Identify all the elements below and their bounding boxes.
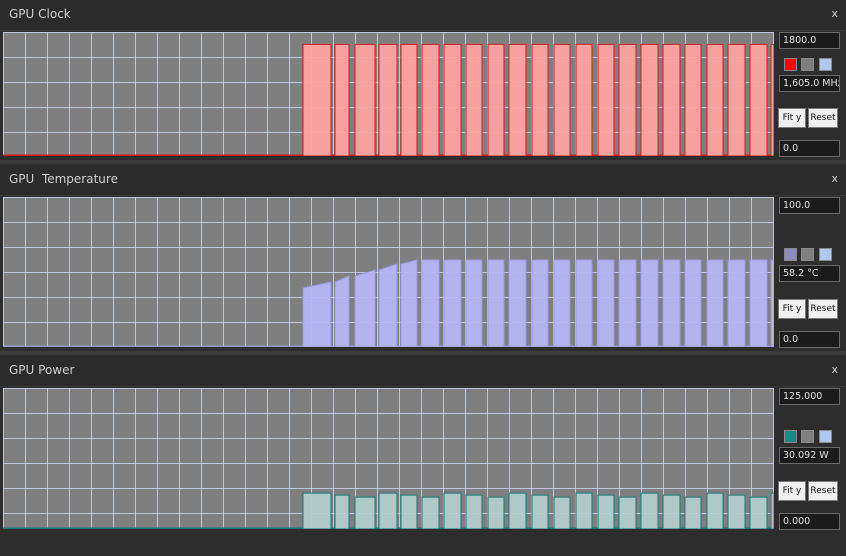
panel-title: GPU Clock — [9, 7, 71, 21]
close-icon[interactable]: x — [831, 363, 838, 376]
gpu-power-graph[interactable] — [3, 388, 774, 529]
min-value-field[interactable]: 0.0 — [779, 140, 840, 157]
fit-y-button[interactable]: Fit y — [778, 108, 806, 128]
gpu-temperature-panel: GPU Temperature x 100.0 58.2 °C Fit y Re… — [0, 165, 846, 351]
panel-title: GPU Power — [9, 363, 75, 377]
graph-controls: 1800.0 1,605.0 MHz Fit y Reset 0.0 — [778, 30, 846, 160]
gpu-clock-graph[interactable] — [3, 32, 774, 156]
current-value-field: 58.2 °C — [779, 265, 840, 282]
max-value-field[interactable]: 1800.0 — [779, 32, 840, 49]
graph-trace — [3, 492, 774, 529]
panel-titlebar: GPU Clock x — [0, 0, 846, 31]
panel-splitter[interactable] — [0, 160, 846, 164]
fit-y-button[interactable]: Fit y — [778, 299, 806, 319]
background-color-swatch-icon[interactable] — [801, 430, 814, 443]
graph-canvas — [3, 388, 774, 529]
graph-trace — [3, 259, 774, 347]
graph-controls: 125.000 30.092 W Fit y Reset 0.000 — [778, 386, 846, 556]
fill-color-swatch-icon[interactable] — [819, 58, 832, 71]
fill-color-swatch-icon[interactable] — [819, 248, 832, 261]
fill-color-swatch-icon[interactable] — [819, 430, 832, 443]
min-value-field[interactable]: 0.0 — [779, 331, 840, 348]
current-value-field: 30.092 W — [779, 447, 840, 464]
line-color-swatch-icon[interactable] — [784, 430, 797, 443]
background-color-swatch-icon[interactable] — [801, 58, 814, 71]
gpu-power-panel: GPU Power x 125.000 30.092 W Fit y Reset… — [0, 356, 846, 530]
graph-canvas — [3, 197, 774, 347]
fit-y-button[interactable]: Fit y — [778, 481, 806, 501]
gpu-clock-panel: GPU Clock x 1800.0 1,605.0 MHz Fit y Res… — [0, 0, 846, 160]
line-color-swatch-icon[interactable] — [784, 248, 797, 261]
background-color-swatch-icon[interactable] — [801, 248, 814, 261]
panel-titlebar: GPU Power x — [0, 356, 846, 387]
graph-controls: 100.0 58.2 °C Fit y Reset 0.0 — [778, 195, 846, 355]
panel-title: GPU Temperature — [9, 172, 118, 186]
close-icon[interactable]: x — [831, 172, 838, 185]
close-icon[interactable]: x — [831, 7, 838, 20]
panel-splitter[interactable] — [0, 351, 846, 355]
panel-titlebar: GPU Temperature x — [0, 165, 846, 196]
max-value-field[interactable]: 100.0 — [779, 197, 840, 214]
graph-trace — [3, 43, 774, 156]
current-value-field: 1,605.0 MHz — [779, 75, 840, 92]
graph-canvas — [3, 32, 774, 156]
line-color-swatch-icon[interactable] — [784, 58, 797, 71]
reset-button[interactable]: Reset — [808, 299, 838, 319]
max-value-field[interactable]: 125.000 — [779, 388, 840, 405]
reset-button[interactable]: Reset — [808, 481, 838, 501]
min-value-field[interactable]: 0.000 — [779, 513, 840, 530]
reset-button[interactable]: Reset — [808, 108, 838, 128]
gpu-temperature-graph[interactable] — [3, 197, 774, 347]
